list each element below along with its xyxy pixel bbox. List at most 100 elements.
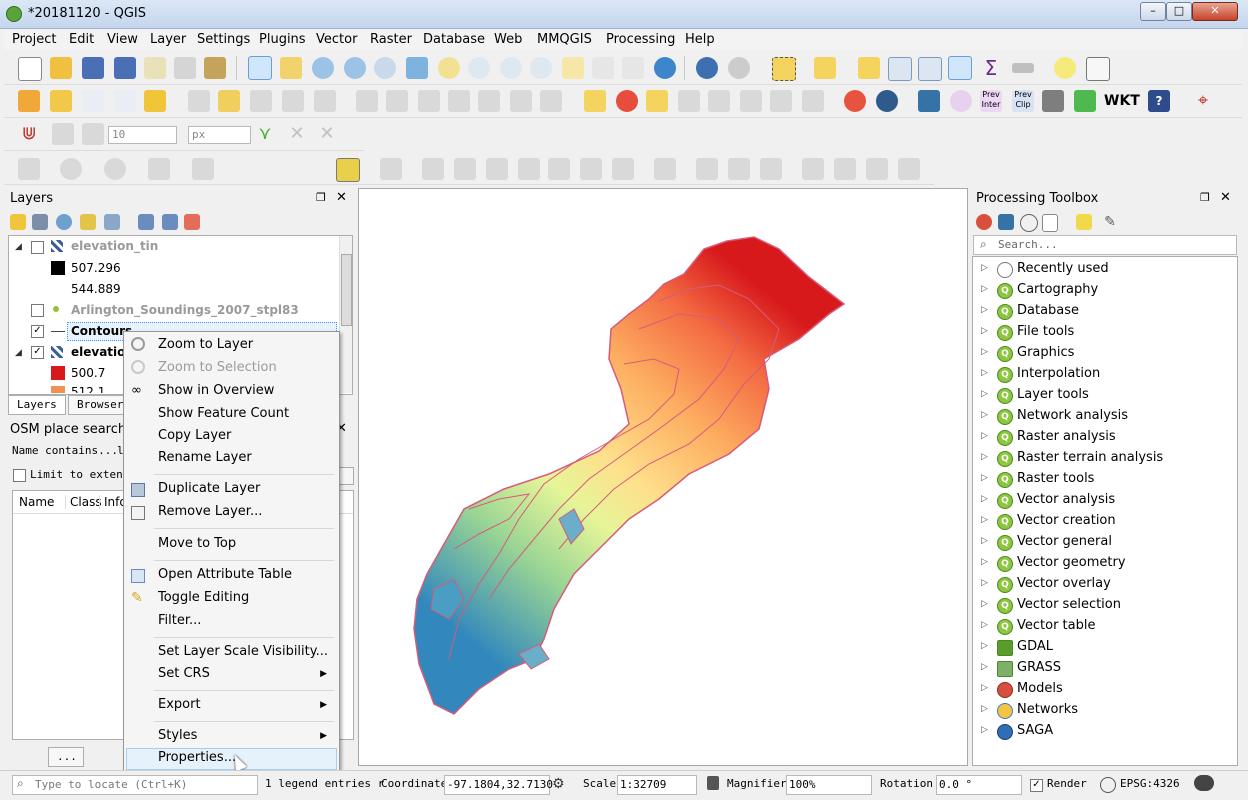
data-source-manager-icon[interactable] <box>18 90 40 112</box>
limit-extent-checkbox[interactable] <box>13 469 26 482</box>
merge-features-icon[interactable] <box>760 158 782 180</box>
menu-item-filter[interactable]: Filter... <box>158 613 201 628</box>
modify-attributes-icon[interactable] <box>356 90 378 112</box>
snap-type-icon[interactable] <box>82 123 104 145</box>
menu-mmqgis[interactable]: MMQGIS <box>537 32 592 47</box>
toolbox-close-icon[interactable]: ✕ <box>1220 190 1231 205</box>
topological-editing-icon[interactable]: ⋎ <box>254 123 276 145</box>
select-features-icon[interactable] <box>772 57 796 81</box>
menu-item-rename-layer[interactable]: Rename Layer <box>158 450 252 465</box>
layers-panel-float-icon[interactable]: ❐ <box>316 191 326 204</box>
open-project-icon[interactable] <box>50 57 72 79</box>
show-hide-labels-icon[interactable] <box>678 90 700 112</box>
layer-name[interactable]: Arlington_Soundings_2007_stpl83 <box>71 303 299 317</box>
diagram-icon[interactable] <box>616 90 638 112</box>
coordinate-toggle-icon[interactable]: ⚙ <box>552 776 568 792</box>
menu-database[interactable]: Database <box>423 32 485 47</box>
close-button[interactable]: ✕ <box>1192 2 1238 21</box>
models-gear-icon[interactable] <box>976 214 992 230</box>
menu-plugins[interactable]: Plugins <box>259 32 306 47</box>
snap-mode-icon[interactable] <box>52 123 74 145</box>
menu-item-styles[interactable]: Styles <box>158 728 197 743</box>
menu-help[interactable]: Help <box>685 32 715 47</box>
zoom-to-layer-icon[interactable] <box>468 57 490 79</box>
layer-visibility-checkbox[interactable]: ✓ <box>31 346 44 359</box>
messages-icon[interactable] <box>1194 775 1214 791</box>
menu-item-duplicate-layer[interactable]: Duplicate Layer <box>158 481 260 496</box>
menu-item-export[interactable]: Export <box>158 697 201 712</box>
attribute-table-icon[interactable] <box>888 57 912 81</box>
filter-expression-icon[interactable] <box>104 214 120 230</box>
add-polygon-icon[interactable] <box>192 158 214 180</box>
scrollbar-thumb[interactable] <box>341 254 352 326</box>
lock-scale-icon[interactable] <box>707 776 719 790</box>
rotation-spinbox[interactable]: 0.0 ° <box>936 775 1022 795</box>
snap-tolerance-input[interactable]: 10 <box>108 126 177 144</box>
simplify-icon[interactable] <box>454 158 476 180</box>
help-icon[interactable]: ? <box>1148 90 1170 112</box>
annotation-text-icon[interactable] <box>1086 57 1110 81</box>
add-ring-icon[interactable] <box>18 158 40 180</box>
manage-visibility-icon[interactable] <box>56 214 72 230</box>
add-feature-icon[interactable] <box>282 90 304 112</box>
menu-item-move-to-top[interactable]: Move to Top <box>158 536 236 551</box>
pan-to-selection-icon[interactable] <box>280 57 302 79</box>
delete-selected-icon[interactable] <box>386 90 408 112</box>
menu-project[interactable]: Project <box>12 32 56 47</box>
menu-raster[interactable]: Raster <box>370 32 412 47</box>
intersection-icon[interactable]: ✕ <box>286 123 308 145</box>
text-annotation-icon[interactable] <box>1054 57 1076 79</box>
move-label-icon[interactable] <box>708 90 730 112</box>
add-group-icon[interactable] <box>32 214 48 230</box>
fill-ring-icon[interactable] <box>518 158 540 180</box>
new-geopackage-icon[interactable] <box>50 90 72 112</box>
toolbox-search-input[interactable]: ⌕ Search... <box>973 235 1237 255</box>
pin-labels-icon[interactable] <box>646 90 668 112</box>
new-layout-icon[interactable] <box>144 57 166 79</box>
cut-features-icon[interactable] <box>418 90 440 112</box>
zoom-to-selection-icon[interactable] <box>438 57 460 79</box>
rotate-label-icon[interactable] <box>740 90 762 112</box>
select-by-value-icon[interactable] <box>814 57 836 79</box>
osm-search-button[interactable] <box>338 467 354 485</box>
layer-visibility-checkbox[interactable]: ✓ <box>31 325 44 338</box>
label-tool-icon[interactable] <box>584 90 606 112</box>
action-icon[interactable] <box>728 57 750 79</box>
deselect-icon[interactable] <box>858 57 880 79</box>
map-tips-icon[interactable] <box>622 57 644 79</box>
remove-layer-icon[interactable] <box>184 214 200 230</box>
menu-item-set-crs[interactable]: Set CRS <box>158 666 210 681</box>
identify-icon[interactable] <box>696 57 718 79</box>
edit-features-in-place-icon[interactable] <box>1076 214 1092 230</box>
menu-item-open-attribute-table[interactable]: Open Attribute Table <box>158 567 292 582</box>
sigma-sum-icon[interactable]: Σ <box>980 57 1002 79</box>
expand-triangle-icon[interactable]: ◢ <box>15 348 22 358</box>
vertex-tool-icon[interactable] <box>314 90 336 112</box>
style-layer-icon[interactable] <box>10 214 26 230</box>
add-vector-layer-icon[interactable] <box>82 90 104 112</box>
zoom-last-icon[interactable] <box>500 57 522 79</box>
crosshair-icon[interactable]: ⌖ <box>1192 90 1214 112</box>
render-checkbox[interactable]: ✓ <box>1030 779 1043 792</box>
menu-web[interactable]: Web <box>494 32 522 47</box>
save-edits-icon[interactable] <box>250 90 272 112</box>
scripts-python-icon[interactable] <box>998 214 1014 230</box>
toolbox-float-icon[interactable]: ❐ <box>1200 191 1210 204</box>
zoom-next-icon[interactable] <box>530 57 552 79</box>
layer-visibility-checkbox[interactable] <box>31 241 44 254</box>
save-as-icon[interactable] <box>114 57 136 79</box>
layers-stack-icon[interactable] <box>1074 90 1096 112</box>
layout-manager-icon[interactable] <box>174 57 196 79</box>
menu-item-zoom-to-selection[interactable]: Zoom to Selection <box>158 360 277 375</box>
save-project-icon[interactable] <box>82 57 104 79</box>
current-edits-icon[interactable] <box>188 90 210 112</box>
snapping-magnet-icon[interactable]: ⋓ <box>18 123 40 145</box>
menu-item-properties[interactable]: Properties... <box>158 750 236 765</box>
expand-all-icon[interactable] <box>138 214 154 230</box>
statistics-icon[interactable] <box>918 57 942 81</box>
openlayers-icon[interactable] <box>876 90 898 112</box>
snap-unit-select[interactable]: px <box>188 126 251 144</box>
new-project-icon[interactable] <box>18 57 42 81</box>
add-part-icon[interactable] <box>486 158 508 180</box>
filter-legend-icon[interactable] <box>80 214 96 230</box>
